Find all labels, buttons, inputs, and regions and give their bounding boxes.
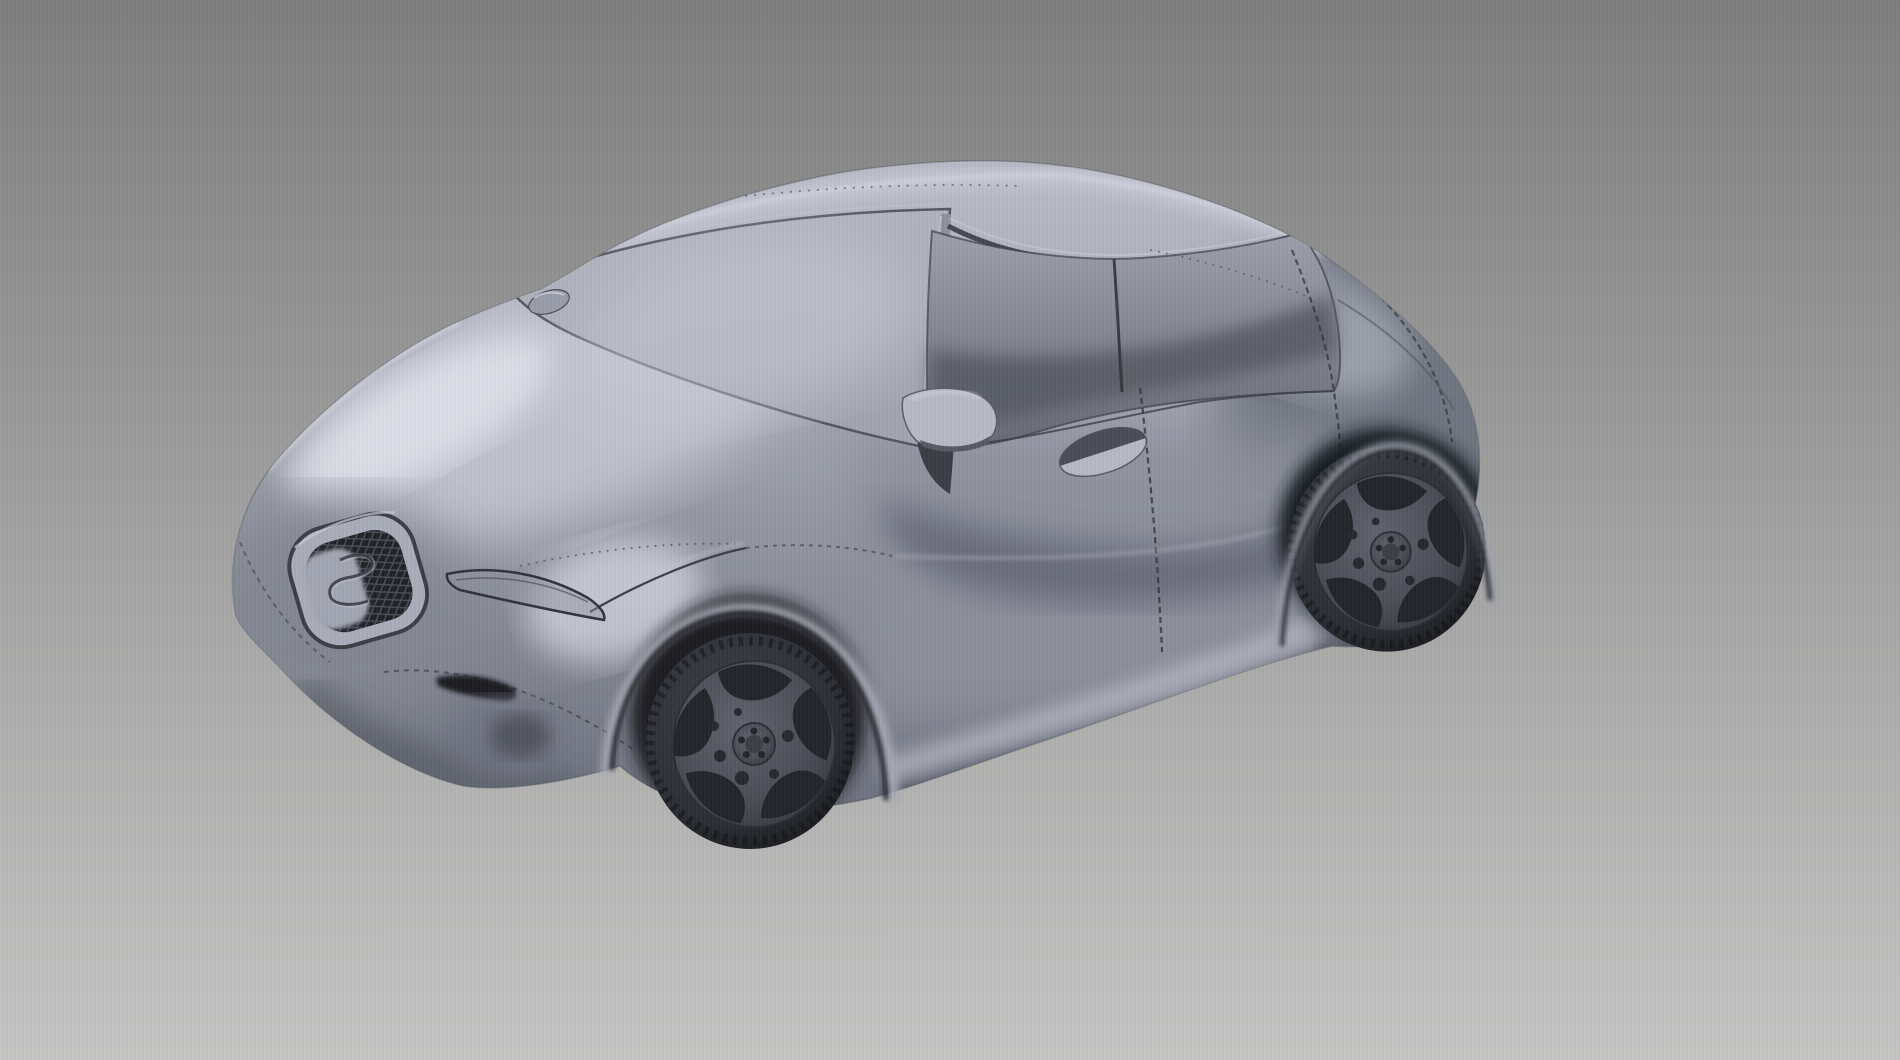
render-canvas [0, 0, 1900, 1060]
front-wheel [646, 633, 854, 849]
fog-recess-core [490, 714, 550, 758]
3d-viewport[interactable] [0, 0, 1900, 1060]
